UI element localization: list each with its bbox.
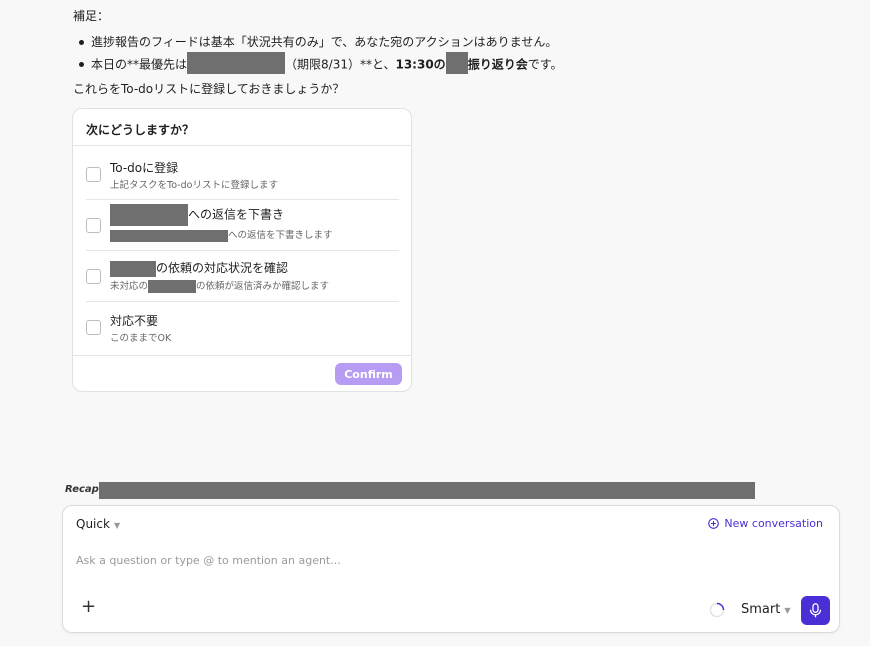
bullet-list: 進捗報告のフィードは基本「状況共有のみ」で、あなた宛のアクションはありません。 … [77,34,563,78]
option-draft-reply[interactable]: への返信を下書き への返信を下書きします [86,200,399,251]
add-attachment-button[interactable]: + [81,598,96,616]
checkbox[interactable] [86,167,101,182]
new-conversation-button[interactable]: New conversation [708,517,823,530]
option-subtitle: 未対応の の依頼が返信済みか確認します [110,278,329,293]
bullet-item: 本日の**最優先は （期限8/31）**と、13:30の 振り返り会です。 [77,52,563,78]
bullet-text: 進捗報告のフィードは基本「状況共有のみ」で、あなた宛のアクションはありません。 [91,35,558,49]
checkbox[interactable] [86,320,101,335]
bullet-text: 本日の**最優先は [91,57,188,72]
redacted-block [110,204,188,226]
bullet-text: です。 [527,57,563,72]
option-title: To-doに登録 [110,161,179,175]
option-subtitle-text: への返信を下書きします [228,230,333,241]
bullet-item: 進捗報告のフィードは基本「状況共有のみ」で、あなた宛のアクションはありません。 [77,34,563,56]
option-subtitle: への返信を下書きします [110,227,333,242]
next-action-card: 次にどうしますか？ To-doに登録 上記タスクをTo-doリストに登録します … [72,108,412,392]
redacted-block [445,52,468,74]
recap-label: Recap: [65,484,103,495]
redacted-block [148,280,197,293]
option-title-text: への返信を下書き [188,207,285,222]
confirm-button[interactable]: Confirm [335,363,402,385]
microphone-icon [809,603,822,618]
note-heading: 補足： [73,9,110,23]
redacted-block [187,52,286,74]
model-selector[interactable]: Smart ▼ [741,602,790,617]
mode-label: Quick [76,517,110,531]
option-title: への返信を下書き [110,204,284,226]
new-conversation-label: New conversation [724,517,823,530]
divider [73,145,411,146]
loading-spinner-icon [709,602,725,618]
option-subtitle-text: 未対応の [110,281,149,292]
chat-input-panel: Quick ▼ New conversation Ask a question o… [62,505,840,633]
question-text: これらをTo-doリストに登録しておきましょうか？ [73,82,345,96]
option-title-text: の依頼の対応状況を確認 [156,261,289,275]
plus-icon: + [81,596,97,617]
option-subtitle: このままでOK [110,333,172,344]
option-todo[interactable]: To-doに登録 上記タスクをTo-doリストに登録します [86,149,399,200]
option-no-action[interactable]: 対応不要 このままでOK [86,302,399,353]
bullet-text: （期限8/31）**と、 [285,57,396,72]
microphone-button[interactable] [801,596,830,625]
message-input[interactable]: Ask a question or type @ to mention an a… [76,554,341,567]
bullet-bold-event: 振り返り会 [467,57,528,72]
plus-circle-icon [708,518,720,529]
model-label: Smart [741,602,781,617]
recap-redacted-text [99,482,755,499]
option-title: 対応不要 [110,314,159,328]
card-title: 次にどうしますか？ [86,123,195,137]
mode-selector[interactable]: Quick ▼ [76,517,120,531]
bullet-bold-time: 13:30の [395,57,446,72]
chevron-down-icon: ▼ [113,521,121,530]
option-subtitle: 上記タスクをTo-doリストに登録します [110,180,278,191]
option-title: の依頼の対応状況を確認 [110,259,288,277]
divider [73,355,411,356]
checkbox[interactable] [86,218,101,233]
chevron-down-icon: ▼ [784,606,791,615]
checkbox[interactable] [86,269,101,284]
option-subtitle-text: の依頼が返信済みか確認します [196,281,330,292]
redacted-block [110,260,156,277]
option-check-status[interactable]: の依頼の対応状況を確認 未対応の の依頼が返信済みか確認します [86,251,399,302]
redacted-block [110,229,228,242]
